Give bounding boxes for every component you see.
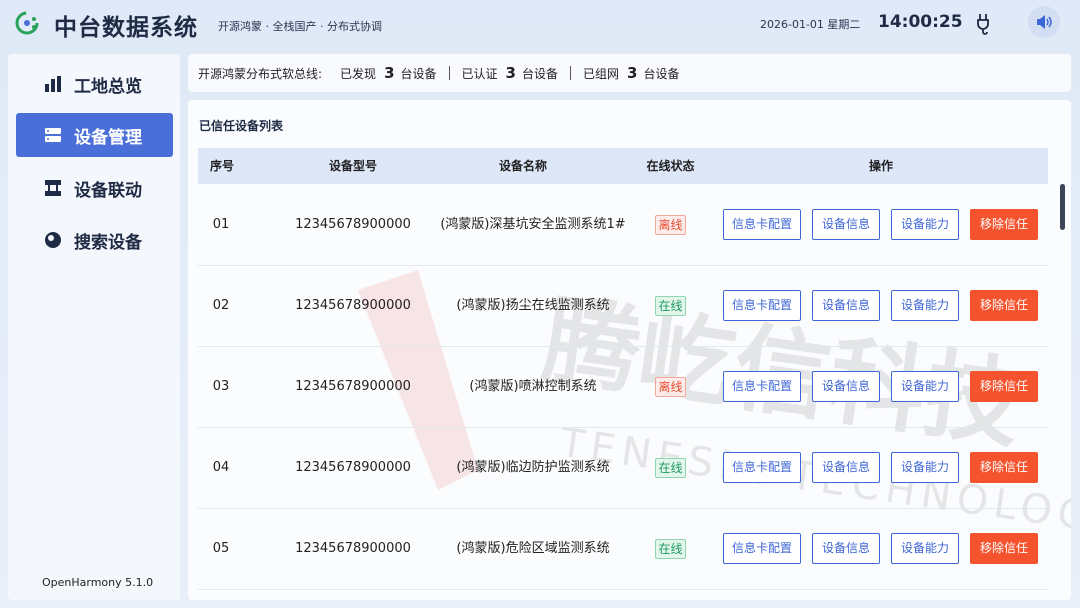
authed-unit: 台设备 [521,66,558,81]
info-card-config-button[interactable]: 信息卡配置 [723,452,801,483]
sidebar-item-search-device[interactable]: 搜索设备 [16,218,173,262]
cell-status: 在线 [628,428,713,508]
device-capability-button[interactable]: 设备能力 [891,290,959,321]
networked-count: 3 [627,64,638,82]
networked-unit: 台设备 [643,66,680,81]
cell-model: 12345678900000 [295,541,411,556]
status-badge: 在线 [655,295,686,316]
remove-trust-button[interactable]: 移除信任 [970,371,1038,402]
remove-trust-button[interactable]: 移除信任 [970,209,1038,240]
sidebar: 工地总览 设备管理 设备联动 搜索设备 OpenHarmony 5.1.0 [8,54,180,600]
column-header-model: 设备型号 [328,159,377,173]
table-row: 03 12345678900000 (鸿蒙版)喷淋控制系统 离线 信息卡配置 设… [198,347,1048,428]
cell-device-name: (鸿蒙版)临边防护监测系统 [456,460,610,475]
device-info-button[interactable]: 设备信息 [812,209,880,240]
device-info-button[interactable]: 设备信息 [812,290,880,321]
status-badge: 在线 [655,538,686,559]
sidebar-item-device-management[interactable]: 设备管理 [16,113,173,157]
table-header: 序号 设备型号 设备名称 在线状态 操作 [198,148,1048,184]
divider [448,66,450,80]
trusted-device-panel: 腾屹信科技 TENESIN TECHNOLOGY 已信任设备列表 序号 设备型号… [188,100,1071,600]
cell-no: 01 [212,217,230,232]
found-count: 3 [384,64,395,82]
cell-device-name: (鸿蒙版)喷淋控制系统 [469,379,597,394]
authed-count: 3 [505,64,516,82]
info-card-config-button[interactable]: 信息卡配置 [723,209,801,240]
device-capability-button[interactable]: 设备能力 [891,209,959,240]
date-display: 2026-01-01 星期二 [760,18,861,31]
status-badge: 离线 [655,376,686,397]
info-card-config-button[interactable]: 信息卡配置 [723,290,801,321]
networked-label: 已组网 [582,66,619,81]
cell-no: 05 [212,541,230,556]
sidebar-item-label: 工地总览 [74,76,142,97]
remove-trust-button[interactable]: 移除信任 [970,290,1038,321]
cell-status: 在线 [628,266,713,346]
cell-no: 04 [212,460,230,475]
column-header-name: 设备名称 [498,159,547,173]
authed-label: 已认证 [461,66,498,81]
bar-chart-icon [43,74,63,94]
sidebar-item-label: 搜索设备 [74,232,142,253]
cell-model: 12345678900000 [295,379,411,394]
table-row: 01 12345678900000 (鸿蒙版)深基坑安全监测系统1# 离线 信息… [198,185,1048,266]
found-label: 已发现 [340,66,377,81]
app-title: 中台数据系统 [54,15,198,41]
info-card-config-button[interactable]: 信息卡配置 [723,371,801,402]
cell-status: 离线 [628,185,713,265]
remove-trust-button[interactable]: 移除信任 [970,452,1038,483]
device-list-icon [43,125,63,145]
cell-status: 离线 [628,347,713,427]
cell-device-name: (鸿蒙版)深基坑安全监测系统1# [440,217,626,232]
sidebar-item-label: 设备管理 [74,127,142,148]
device-info-button[interactable]: 设备信息 [812,452,880,483]
cell-no: 02 [212,298,230,313]
speaker-icon [1037,15,1052,29]
table-row: 02 12345678900000 (鸿蒙版)扬尘在线监测系统 在线 信息卡配置… [198,266,1048,347]
cell-device-name: (鸿蒙版)危险区域监测系统 [456,541,610,556]
usb-plug-icon[interactable] [972,12,996,36]
cell-device-name: (鸿蒙版)扬尘在线监测系统 [456,298,610,313]
app-subtitle: 开源鸿蒙 · 全栈国产 · 分布式协调 [218,20,382,33]
sidebar-item-label: 设备联动 [74,180,142,201]
info-card-config-button[interactable]: 信息卡配置 [723,533,801,564]
sidebar-item-overview[interactable]: 工地总览 [16,62,173,106]
vertical-scrollbar[interactable] [1060,184,1065,230]
version-label: OpenHarmony 5.1.0 [42,576,154,589]
search-icon [43,230,63,250]
column-header-no: 序号 [209,159,234,173]
found-unit: 台设备 [400,66,437,81]
status-badge: 在线 [655,457,686,478]
panel-title: 已信任设备列表 [199,119,284,133]
cell-no: 03 [212,379,230,394]
table-row: 05 12345678900000 (鸿蒙版)危险区域监测系统 在线 信息卡配置… [198,509,1048,590]
column-header-actions: 操作 [868,159,893,173]
sound-button[interactable] [1028,6,1060,38]
softbus-prefix: 开源鸿蒙分布式软总线: [198,66,323,81]
cell-model: 12345678900000 [295,298,411,313]
cell-status: 在线 [628,509,713,589]
device-capability-button[interactable]: 设备能力 [891,452,959,483]
remove-trust-button[interactable]: 移除信任 [970,533,1038,564]
column-header-status: 在线状态 [646,159,695,173]
sidebar-item-device-linkage[interactable]: 设备联动 [16,166,173,210]
linkage-icon [43,178,63,198]
device-info-button[interactable]: 设备信息 [812,371,880,402]
status-badge: 离线 [655,214,686,235]
device-info-button[interactable]: 设备信息 [812,533,880,564]
clock-display: 14:00:25 [878,12,963,32]
device-capability-button[interactable]: 设备能力 [891,371,959,402]
divider [569,66,571,80]
device-capability-button[interactable]: 设备能力 [891,533,959,564]
top-header: 中台数据系统 开源鸿蒙 · 全栈国产 · 分布式协调 2026-01-01 星期… [0,0,1080,46]
table-row: 04 12345678900000 (鸿蒙版)临边防护监测系统 在线 信息卡配置… [198,428,1048,509]
softbus-status-bar: 开源鸿蒙分布式软总线: 已发现 3 台设备 已认证 3 台设备 已组网 3 台设… [188,54,1071,92]
cell-model: 12345678900000 [295,217,411,232]
cell-model: 12345678900000 [295,460,411,475]
system-logo-icon [15,11,39,35]
